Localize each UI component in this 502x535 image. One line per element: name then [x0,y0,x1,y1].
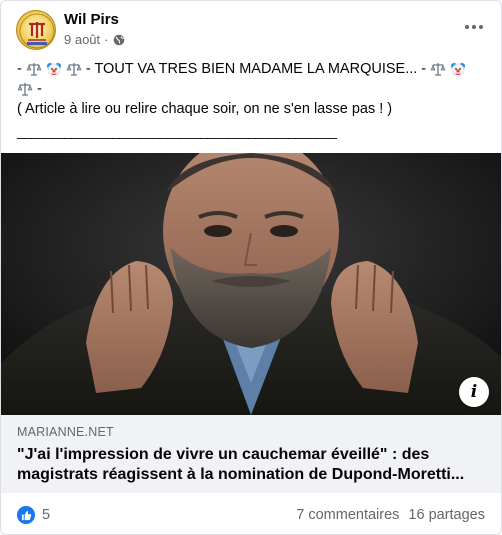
author-name[interactable]: Wil Pirs [64,11,119,28]
scales-emoji-icon [26,63,42,76]
text-fragment: - TOUT VA TRES BIEN MADAME LA MARQUISE..… [85,61,427,77]
meta-dot: · [104,32,109,47]
portrait-photo [1,153,501,415]
post-text-line-1: - - TOUT VA TRES BIEN MADAME LA MARQUISE… [17,59,487,79]
dot-icon [479,25,483,29]
dot-icon [472,25,476,29]
clown-face-emoji-icon [451,63,466,77]
avatar[interactable] [16,10,56,50]
post-text-line-2: - [17,79,487,99]
post-text: - - TOUT VA TRES BIEN MADAME LA MARQUISE… [17,59,487,143]
info-button[interactable]: i [459,377,489,407]
comments-count[interactable]: 7 commentaires [296,507,399,523]
globe-icon [113,34,124,45]
scales-emoji-icon [66,63,82,76]
thumbs-up-icon [21,510,31,520]
post-text-line-3: ( Article à lire ou relire chaque soir, … [17,101,393,117]
like-count[interactable]: 5 [42,507,50,523]
link-preview-image[interactable]: i [1,153,501,415]
engagement-stats: 7 commentaires 16 partages [296,507,485,523]
link-domain: MARIANNE.NET [17,425,114,439]
post-text-separator: ________________________________________… [17,123,337,139]
like-reaction-icon[interactable] [17,506,35,524]
reactions-bar: 5 7 commentaires 16 partages [1,493,501,534]
text-fragment: - [37,81,42,97]
dot-icon [465,25,469,29]
link-headline[interactable]: "J'ai l'impression de vivre un cauchemar… [17,445,487,485]
scales-emoji-icon [17,83,33,96]
more-options-button[interactable] [461,14,487,40]
shares-count[interactable]: 16 partages [408,507,485,523]
facebook-post: Wil Pirs 9 août · - - TOUT VA TRES BIEN … [0,0,502,535]
clown-face-emoji-icon [46,63,61,77]
text-fragment: - [17,61,22,77]
post-header: Wil Pirs 9 août · [1,1,501,57]
avatar-logo-icon [19,13,55,49]
post-date[interactable]: 9 août [64,32,100,47]
link-preview-card[interactable]: MARIANNE.NET "J'ai l'impression de vivre… [1,415,501,493]
scales-emoji-icon [430,63,446,76]
post-meta: 9 août · [64,32,125,47]
